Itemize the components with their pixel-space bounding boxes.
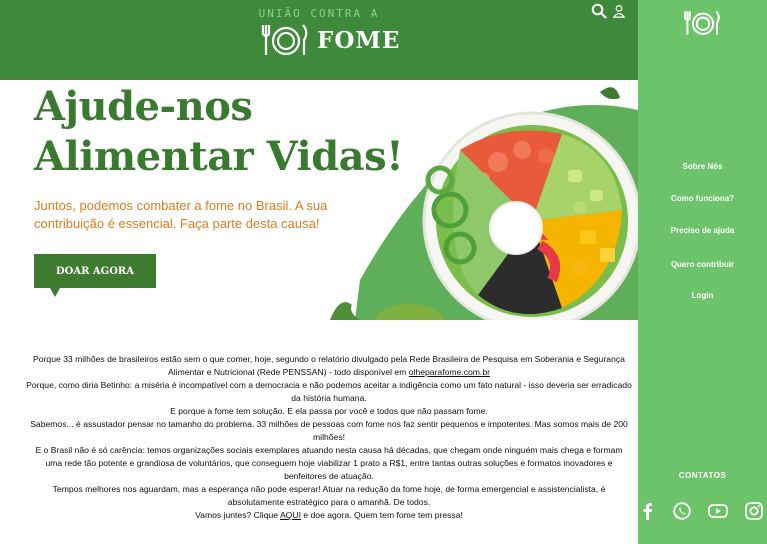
whatsapp-icon[interactable] (672, 501, 692, 521)
donate-button-pointer (50, 288, 60, 297)
mission-text: Porque 33 milhões de brasileiros estão s… (26, 353, 632, 522)
paragraph: Tempos melhores nos aguardam, mas a espe… (52, 484, 606, 507)
aqui-link[interactable]: AQUI (280, 510, 301, 520)
brand-logo[interactable]: FOME (261, 22, 400, 58)
brand-name: FOME (317, 26, 401, 54)
hero-food-bowl-image (300, 80, 638, 320)
paragraph: Vamos juntes? Clique AQUI e doe agora. Q… (195, 510, 463, 520)
sidebar-item-quero-contribuir[interactable]: Quero contribuir (638, 260, 767, 269)
sidebar-item-preciso-de-ajuda[interactable]: Preciso de ajuda (638, 226, 767, 235)
plate-cutlery-icon (261, 24, 308, 56)
site-header: UNIÃO CONTRA A FOME (0, 0, 638, 80)
sidebar-item-sobre-nos[interactable]: Sobre Nós (638, 162, 767, 171)
sidebar-item-como-funciona[interactable]: Como funciona? (638, 194, 767, 203)
youtube-icon[interactable] (708, 501, 728, 521)
donate-button[interactable]: DOAR AGORA (34, 254, 156, 288)
paragraph: Porque 33 milhões de brasileiros estão s… (33, 354, 625, 377)
paragraph: E porque a fome tem solução. E ela passa… (170, 406, 488, 416)
paragraph: E o Brasil não é só carência: temos orga… (35, 445, 623, 481)
olheparafome-link[interactable]: olheparafome.com.br (409, 367, 490, 377)
user-icon[interactable] (612, 3, 628, 19)
instagram-icon[interactable] (744, 501, 764, 521)
sidebar-item-login[interactable]: Login (638, 291, 767, 300)
sidebar-logo[interactable] (683, 9, 723, 41)
brand-tagline: UNIÃO CONTRA A (258, 7, 380, 20)
paragraph: Sabemos... é assustador pensar no tamanh… (30, 419, 628, 442)
sidebar: Sobre Nós Como funciona? Preciso de ajud… (638, 0, 767, 544)
facebook-icon[interactable] (638, 501, 658, 521)
hero-subtitle: Juntos, podemos combater a fome no Brasi… (34, 198, 328, 231)
paragraph: Porque, como diria Betinho: a miséria é … (26, 380, 632, 403)
search-icon[interactable] (591, 3, 607, 19)
contacts-heading: CONTATOS (678, 471, 727, 480)
plate-cutlery-icon (684, 10, 720, 35)
